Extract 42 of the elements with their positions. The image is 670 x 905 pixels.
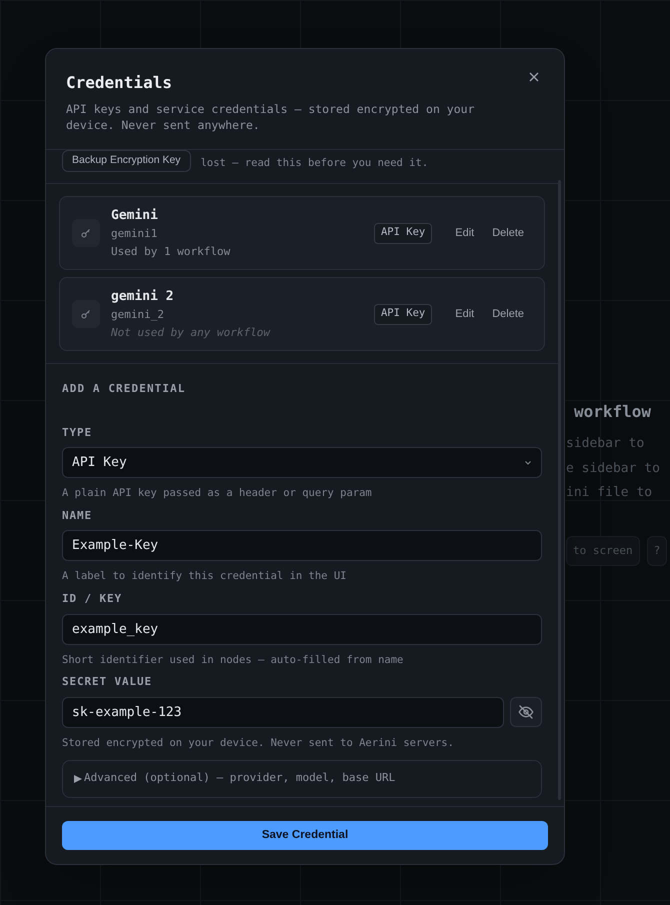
credential-name: gemini 2 (111, 288, 175, 306)
canvas-text: sidebar to (566, 435, 646, 453)
input-field[interactable]: Example-Key (62, 530, 542, 562)
dialog-description: API keys and service credentials — stored encrypted on your device. Never sent anywhere. (66, 101, 476, 133)
field-label: TYPE (62, 424, 94, 440)
advanced-disclosure[interactable]: Advanced (optional) — provider, model, base URL (62, 760, 542, 798)
disclosure-triangle-icon (73, 774, 82, 784)
backup-key-button[interactable]: Backup Encryption Key (62, 150, 191, 172)
field-label: NAME (62, 508, 94, 524)
chevron-down-icon (524, 460, 532, 466)
credential-usage: Used by 1 workflow (111, 244, 232, 260)
credential-usage: Not used by any workflow (111, 324, 272, 341)
canvas-heading: workflow (574, 401, 652, 423)
field-hint: Stored encrypted on your device. Never sent to Aerini servers. (62, 736, 455, 751)
visibility-toggle-button[interactable] (510, 696, 542, 727)
key-icon (81, 309, 91, 319)
field-hint: A label to identify this credential in the UI (62, 569, 348, 584)
card-action-link[interactable]: Delete (484, 306, 532, 322)
field-label: SECRET VALUE (62, 674, 154, 690)
field-label: ID / KEY (62, 591, 124, 607)
input-field[interactable]: example_key (62, 614, 542, 644)
credential-id: gemini_2 (111, 307, 165, 324)
close-icon (529, 72, 539, 82)
dialog-title: Credentials (66, 72, 172, 94)
field-hint: Short identifier used in nodes — auto-filled from name (62, 652, 404, 668)
card-action-link[interactable]: Delete (484, 224, 532, 242)
type-select[interactable]: API Key (62, 447, 542, 478)
card-action-link[interactable]: Edit (447, 224, 482, 242)
card-action-link[interactable]: Edit (447, 306, 482, 322)
type-badge: API Key (374, 304, 432, 324)
canvas-text: ini file to (566, 484, 654, 502)
type-badge: API Key (374, 222, 432, 244)
key-icon (81, 228, 91, 238)
save-credential-button[interactable]: Save Credential (62, 821, 548, 850)
credential-name: Gemini (111, 206, 159, 225)
credential-id: gemini1 (111, 226, 158, 242)
input-field[interactable]: sk-example-123 (62, 696, 504, 728)
canvas-text: e sidebar to (566, 460, 660, 478)
backup-note: lost — read this before you need it. (200, 156, 428, 172)
field-hint: A plain API key passed as a header or query param (62, 486, 373, 501)
section-heading: ADD A CREDENTIAL (62, 381, 187, 397)
eye-slash-icon (518, 704, 534, 720)
